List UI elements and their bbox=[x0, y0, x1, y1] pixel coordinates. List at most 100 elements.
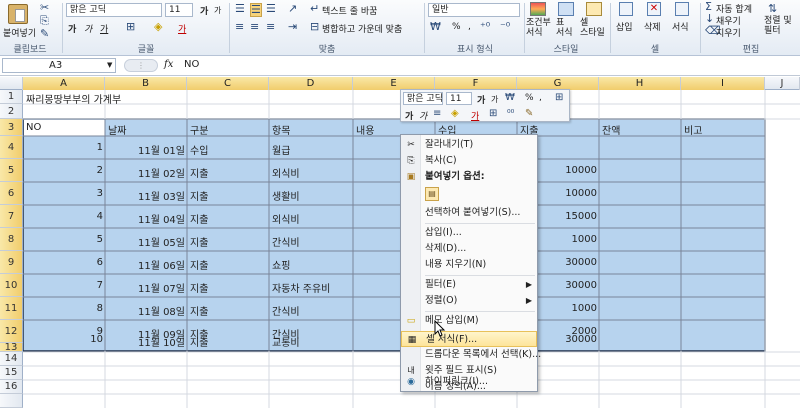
paste-option-button[interactable]: ▤ bbox=[425, 187, 439, 201]
format-cells-ribbon-button[interactable]: 서식 bbox=[670, 2, 696, 40]
align-top-icon[interactable]: ☰ bbox=[235, 3, 245, 15]
header-cell-no[interactable]: NO bbox=[24, 122, 43, 133]
cell-type[interactable]: 지출 bbox=[188, 188, 210, 203]
conditional-format-button[interactable]: 조건부 서식 bbox=[526, 2, 551, 40]
cell-no[interactable]: 1 bbox=[23, 142, 105, 153]
column-header-I[interactable]: I bbox=[681, 77, 765, 90]
mini-brush-icon[interactable]: ✎ bbox=[525, 108, 533, 120]
row-header-15[interactable]: 15 bbox=[0, 366, 23, 380]
align-left-icon[interactable]: ≡ bbox=[235, 21, 244, 33]
row-header-11[interactable]: 11 bbox=[0, 297, 23, 320]
copy-icon[interactable]: ⎘ bbox=[40, 15, 49, 27]
format-painter-icon[interactable]: ✎ bbox=[40, 28, 49, 40]
cell-no[interactable]: 5 bbox=[23, 234, 105, 245]
mini-shrink-font-button[interactable]: 가 bbox=[491, 94, 498, 105]
menu-item-cut[interactable]: ✂ 잘라내기(T) bbox=[401, 137, 537, 153]
header-cell-item[interactable]: 항목 bbox=[270, 122, 292, 137]
border-icon[interactable]: ⊞ bbox=[126, 21, 135, 33]
delete-cells-button[interactable]: ✕ 삭제 bbox=[642, 2, 668, 40]
number-format-box[interactable]: 일반 bbox=[428, 3, 520, 17]
cell-date[interactable]: 11월 05일 bbox=[105, 234, 187, 249]
mini-font-box[interactable]: 맑은 고딕 bbox=[403, 92, 443, 105]
cell-styles-button[interactable]: 셀 스타일 bbox=[580, 2, 608, 40]
row-header-9[interactable]: 9 bbox=[0, 251, 23, 274]
menu-item-sort[interactable]: 정렬(O) ▶ bbox=[401, 293, 537, 309]
fill-color-icon[interactable]: ◈ bbox=[154, 21, 162, 33]
select-all-corner[interactable] bbox=[0, 77, 23, 90]
mini-italic-button[interactable]: 가 bbox=[419, 109, 427, 122]
mini-border-icon[interactable]: ⊞ bbox=[489, 108, 497, 120]
cell-type[interactable]: 지출 bbox=[188, 334, 210, 349]
indent-icon[interactable]: ⇥ bbox=[288, 21, 297, 33]
orientation-icon[interactable]: ↗ bbox=[288, 3, 297, 15]
paste-button[interactable]: 붙여넣기 bbox=[3, 2, 36, 40]
shrink-font-button[interactable]: 가 bbox=[214, 5, 221, 16]
mini-percent-button[interactable]: % bbox=[525, 93, 534, 103]
menu-item-format-cells[interactable]: ▦ 셀 서식(F)... bbox=[401, 331, 537, 347]
cell-date[interactable]: 11월 08일 bbox=[105, 303, 187, 318]
row-header-17[interactable] bbox=[0, 394, 23, 408]
cell-item[interactable]: 외식비 bbox=[270, 165, 302, 180]
underline-button[interactable]: 가 bbox=[100, 22, 108, 35]
column-header-A[interactable]: A bbox=[23, 77, 105, 90]
bold-button[interactable]: 가 bbox=[68, 22, 76, 35]
row-header-1[interactable]: 1 bbox=[0, 90, 23, 104]
mini-font-color-button[interactable]: 가 bbox=[471, 109, 479, 122]
merge-center-button[interactable]: 병합하고 가운데 맞춤 bbox=[322, 22, 402, 35]
font-name-box[interactable]: 맑은 고딕 bbox=[66, 3, 162, 17]
align-center-icon[interactable]: ≡ bbox=[250, 21, 259, 33]
column-header-H[interactable]: H bbox=[599, 77, 681, 90]
italic-button[interactable]: 가 bbox=[84, 22, 92, 35]
cell-type[interactable]: 지출 bbox=[188, 303, 210, 318]
cell-no[interactable]: 10 bbox=[23, 334, 105, 345]
menu-item-clear[interactable]: 내용 지우기(N) bbox=[401, 257, 537, 273]
header-cell-content[interactable]: 내용 bbox=[354, 122, 376, 137]
header-cell-note[interactable]: 비고 bbox=[682, 122, 704, 137]
decrease-decimal-icon[interactable]: ⁻⁰ bbox=[500, 21, 510, 33]
cell-type[interactable]: 지출 bbox=[188, 211, 210, 226]
menu-item-filter[interactable]: 필터(E) ▶ bbox=[401, 277, 537, 293]
cell-no[interactable]: 4 bbox=[23, 211, 105, 222]
mini-bold-button[interactable]: 가 bbox=[405, 109, 413, 122]
cell-item[interactable]: 교통비 bbox=[270, 334, 302, 349]
clear-button[interactable]: 지우기 bbox=[716, 26, 741, 39]
row-header-13[interactable]: 13 bbox=[0, 343, 23, 352]
formula-input[interactable]: NO bbox=[184, 59, 199, 70]
cell-item[interactable]: 자동차 주유비 bbox=[270, 280, 332, 295]
cell-type[interactable]: 지출 bbox=[188, 280, 210, 295]
cut-icon[interactable]: ✂ bbox=[40, 2, 49, 14]
header-cell-type[interactable]: 구분 bbox=[188, 122, 210, 137]
cell-item[interactable]: 쇼핑 bbox=[270, 257, 292, 272]
insert-function-icon[interactable]: fx bbox=[164, 59, 173, 70]
mini-fill-color-icon[interactable]: ◈ bbox=[451, 108, 459, 120]
column-header-J[interactable]: J bbox=[765, 77, 800, 90]
wrap-text-button[interactable]: 텍스트 줄 바꿈 bbox=[322, 4, 377, 17]
mini-comma-button[interactable]: , bbox=[539, 93, 542, 103]
column-header-D[interactable]: D bbox=[269, 77, 353, 90]
menu-item-paste-special[interactable]: 선택하여 붙여넣기(S)... bbox=[401, 205, 537, 221]
cell-date[interactable]: 11월 10일 bbox=[105, 334, 187, 349]
cell-date[interactable]: 11월 07일 bbox=[105, 280, 187, 295]
cell-date[interactable]: 11월 01일 bbox=[105, 142, 187, 157]
sort-filter-button[interactable]: ⇅ 정렬 및 필터 bbox=[760, 2, 792, 40]
row-header-7[interactable]: 7 bbox=[0, 205, 23, 228]
align-middle-icon[interactable]: ☰ bbox=[250, 3, 262, 17]
insert-cells-button[interactable]: 삽입 bbox=[614, 2, 640, 40]
row-header-5[interactable]: 5 bbox=[0, 159, 23, 182]
align-bottom-icon[interactable]: ☰ bbox=[266, 3, 276, 15]
mini-currency-icon[interactable]: ₩ bbox=[505, 92, 515, 104]
comma-button[interactable]: , bbox=[468, 22, 471, 32]
menu-item-delete[interactable]: 삭제(D)... bbox=[401, 241, 537, 257]
row-header-10[interactable]: 10 bbox=[0, 274, 23, 297]
mini-align-icon[interactable]: ≡ bbox=[433, 108, 441, 120]
mini-decimal-icon[interactable]: ⁰⁰ bbox=[507, 108, 514, 120]
row-header-3[interactable]: 3 bbox=[0, 119, 23, 136]
row-header-6[interactable]: 6 bbox=[0, 182, 23, 205]
mini-size-box[interactable]: 11 bbox=[446, 92, 472, 105]
format-table-button[interactable]: 표 서식 bbox=[554, 2, 578, 40]
percent-button[interactable]: % bbox=[452, 22, 461, 32]
row-header-12[interactable]: 12 bbox=[0, 320, 23, 343]
menu-item-dropdown-list[interactable]: 드롭다운 목록에서 선택(K)... bbox=[401, 347, 541, 363]
column-header-C[interactable]: C bbox=[187, 77, 269, 90]
mini-format-painter-icon[interactable]: ⊞ bbox=[555, 92, 563, 104]
